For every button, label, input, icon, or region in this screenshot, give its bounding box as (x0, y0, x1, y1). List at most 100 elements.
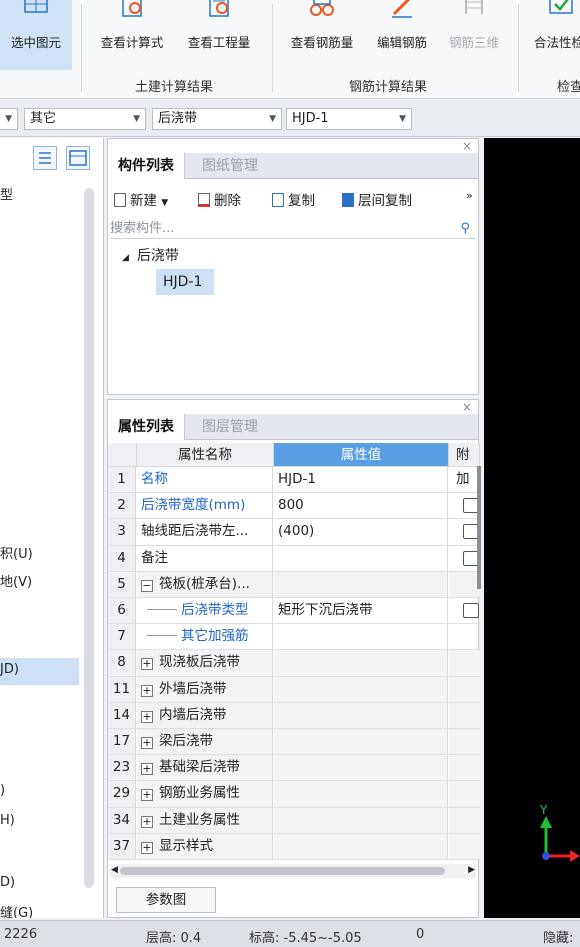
select-element-label: 选中图元 (10, 35, 61, 50)
expand-icon[interactable]: + (141, 658, 153, 671)
property-value[interactable] (274, 571, 448, 597)
tree-item[interactable]: 地(V) (0, 571, 32, 590)
property-value[interactable]: 矩形下沉后浇带 (274, 598, 448, 624)
tree-item[interactable]: D) (0, 875, 15, 890)
view-formula-button[interactable]: 查看计算式 (92, 0, 172, 70)
tree-item[interactable]: 缝(G) (0, 902, 33, 918)
collapse-triangle-icon[interactable]: ◢ (122, 253, 129, 263)
collapse-icon[interactable]: − (141, 579, 153, 592)
scrollbar-thumb[interactable] (120, 867, 445, 875)
scroll-left-icon[interactable]: ◀ (111, 865, 118, 875)
close-icon[interactable]: × (462, 139, 472, 153)
property-value[interactable] (274, 624, 448, 650)
list-view-button[interactable] (33, 146, 57, 170)
detail-view-button[interactable] (66, 146, 90, 170)
property-row[interactable]: 4 备注 (108, 545, 480, 572)
property-value[interactable] (274, 833, 448, 859)
expand-icon[interactable]: + (141, 684, 153, 697)
tree-scrollbar[interactable] (84, 188, 94, 888)
property-row[interactable]: 2 后浇带宽度(mm) 800 (108, 493, 480, 520)
floor-copy-button[interactable]: 层间复制 (342, 189, 412, 209)
property-value[interactable] (274, 781, 448, 807)
expand-icon[interactable]: + (141, 789, 153, 802)
component-search-input[interactable]: 搜索构件... ⚲ (110, 219, 476, 239)
rebar-3d-button[interactable]: 钢筋三维 (441, 0, 507, 70)
property-value[interactable]: 800 (274, 493, 448, 519)
parameter-diagram-button[interactable]: 参数图 (116, 887, 216, 913)
header-extra: 附加 (449, 443, 480, 487)
property-value[interactable] (274, 729, 448, 755)
property-row[interactable]: 11 + 外墙后浇带 (108, 676, 480, 703)
chevron-down-icon: ▼ (161, 198, 169, 208)
tree-node-hjd-1[interactable]: HJD-1 (156, 269, 214, 295)
delete-button[interactable]: 删除 (198, 189, 241, 209)
expand-icon[interactable]: + (141, 763, 153, 776)
horizontal-scrollbar[interactable]: ◀ ▶ (110, 864, 476, 878)
tree-item[interactable]: 型 (0, 184, 13, 203)
edit-rebar-button[interactable]: 编辑钢筋 (369, 0, 435, 70)
new-button[interactable]: 新建 ▼ (114, 189, 168, 209)
property-value[interactable] (274, 650, 448, 676)
tree-item-selected[interactable]: JD) (0, 658, 79, 685)
close-icon[interactable]: × (462, 400, 472, 414)
tab-layer-management[interactable]: 图层管理 (192, 414, 268, 440)
row-number: 17 (108, 729, 136, 755)
legality-check-button[interactable]: 合法性检 (526, 0, 580, 70)
property-value[interactable]: HJD-1 (274, 467, 448, 493)
navigation-tree-panel: 型 积(U) 地(V) JD) ) H) D) 缝(G) (0, 138, 104, 918)
property-value[interactable] (274, 807, 448, 833)
more-icon[interactable]: » (466, 189, 473, 202)
expand-icon[interactable]: + (141, 815, 153, 828)
legality-check-label: 合法性检 (534, 35, 580, 50)
pencil-icon (392, 0, 412, 18)
property-row[interactable]: 5− 筏板(桩承台)... (108, 571, 480, 598)
extra-checkbox[interactable] (463, 603, 479, 618)
property-row[interactable]: 6 后浇带类型 矩形下沉后浇带 (108, 598, 480, 625)
expand-icon[interactable]: + (141, 841, 153, 854)
tree-item[interactable]: 积(U) (0, 543, 33, 562)
search-icon[interactable]: ⚲ (460, 219, 470, 239)
chevron-down-icon: ▼ (269, 114, 276, 124)
drawing-viewport[interactable]: Y (484, 138, 580, 918)
expand-icon[interactable]: + (141, 737, 153, 749)
category-combo[interactable]: 其它 ▼ (24, 108, 146, 130)
tree-item[interactable]: H) (0, 813, 15, 828)
property-row[interactable]: 7 其它加强筋 (108, 624, 480, 651)
property-value[interactable] (274, 545, 448, 571)
property-value[interactable] (274, 702, 448, 728)
view-quantity-button[interactable]: 查看工程量 (179, 0, 259, 70)
property-row[interactable]: 34 + 土建业务属性 (108, 807, 480, 834)
grid-scrollbar-thumb[interactable] (477, 466, 481, 589)
component-name-combo[interactable]: HJD-1 ▼ (286, 108, 412, 130)
property-row[interactable]: 8 + 现浇板后浇带 (108, 650, 480, 677)
property-row[interactable]: 17 + 梁后浇带 (108, 729, 480, 756)
status-bar: 2226 层高: 0.4 标高: -5.45~-5.05 0 隐藏: (0, 920, 580, 947)
property-name-text: 显示样式 (159, 837, 213, 854)
check-icon (549, 0, 573, 14)
chevron-down-icon: ▼ (133, 114, 140, 124)
component-type-combo[interactable]: 后浇带 ▼ (152, 108, 282, 130)
expand-icon[interactable]: + (141, 710, 153, 723)
select-element-button[interactable]: 选中图元 (0, 0, 72, 70)
floor-combo[interactable]: ▼ (0, 108, 18, 130)
tab-drawing-management[interactable]: 图纸管理 (192, 153, 268, 179)
scroll-right-icon[interactable]: ▶ (468, 865, 475, 875)
property-row[interactable]: 29 + 钢筋业务属性 (108, 781, 480, 808)
tab-property-list[interactable]: 属性列表 (108, 414, 185, 440)
copy-button[interactable]: 复制 (272, 189, 315, 209)
tree-item[interactable]: ) (0, 783, 5, 798)
property-row[interactable]: 1 名称 HJD-1 (108, 467, 480, 494)
property-value[interactable] (274, 676, 448, 702)
property-row[interactable]: 37 + 显示样式 (108, 833, 480, 860)
property-value[interactable]: (400) (274, 519, 448, 545)
tab-component-list[interactable]: 构件列表 (108, 153, 185, 179)
view-rebar-button[interactable]: 查看钢筋量 (282, 0, 362, 70)
property-row[interactable]: 3 轴线距后浇带左... (400) (108, 519, 480, 546)
extra-cell (449, 650, 480, 676)
property-value[interactable] (274, 755, 448, 781)
ribbon: 选中图元 查看计算式 查看工程量 土建计算结果 查看钢筋量 编辑钢筋 钢筋三维 … (0, 0, 580, 99)
property-row[interactable]: 23 + 基础梁后浇带 (108, 755, 480, 782)
glasses-icon (310, 0, 334, 16)
tree-node-post-cast-strip[interactable]: ◢ 后浇带 (122, 245, 179, 265)
property-row[interactable]: 14 + 内墙后浇带 (108, 702, 480, 729)
